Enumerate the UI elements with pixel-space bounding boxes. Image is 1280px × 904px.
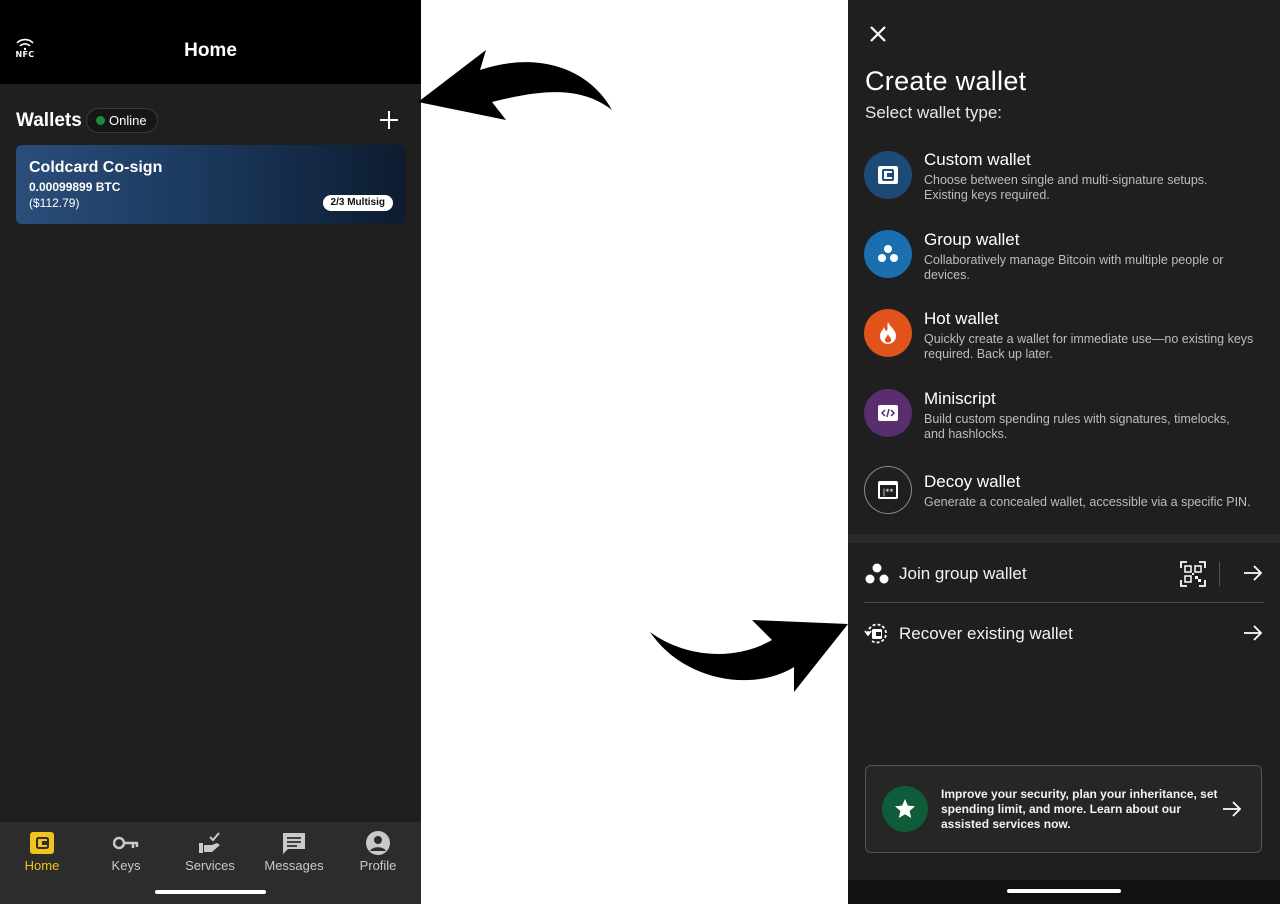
wallet-usd-balance: ($112.79) <box>29 196 80 210</box>
qr-scan-icon[interactable] <box>1180 561 1206 587</box>
page-title: Create wallet <box>865 66 1027 96</box>
page-subtitle: Select wallet type: <box>865 103 1003 122</box>
nav-home[interactable]: Home <box>0 830 84 873</box>
close-button[interactable] <box>866 22 890 46</box>
home-indicator <box>1007 889 1121 893</box>
wallet-type-desc: Generate a concealed wallet, accessible … <box>924 495 1251 509</box>
wallet-type-title: Group wallet <box>924 230 1020 249</box>
wallet-type-title: Custom wallet <box>924 150 1031 169</box>
svg-text:|**: |** <box>883 488 894 497</box>
home-indicator <box>155 890 266 894</box>
decoy-wallet-icon: |** <box>864 466 912 514</box>
code-icon <box>864 389 912 437</box>
wallets-section-header: Wallets Online <box>16 108 405 134</box>
nav-home-label: Home <box>24 858 60 873</box>
wallet-type-title: Miniscript <box>924 389 996 408</box>
profile-icon <box>366 831 390 855</box>
recover-wallet-label: Recover existing wallet <box>899 624 1073 643</box>
add-wallet-button[interactable] <box>377 108 401 132</box>
wallet-type-miniscript[interactable]: Miniscript Build custom spending rules w… <box>864 389 1264 441</box>
arrow-right-icon[interactable] <box>1242 623 1264 643</box>
key-icon <box>113 836 139 850</box>
join-group-wallet-label: Join group wallet <box>899 564 1027 583</box>
star-icon <box>882 786 928 832</box>
home-header: NFC Home <box>0 0 421 84</box>
wallet-type-custom[interactable]: Custom wallet Choose between single and … <box>864 150 1264 202</box>
create-wallet-screen: Create wallet Select wallet type: Custom… <box>848 0 1280 904</box>
wallet-type-desc: Choose between single and multi-signatur… <box>924 173 1208 202</box>
custom-wallet-icon <box>864 151 912 199</box>
pointer-arrow-icon-2 <box>650 620 848 692</box>
wallet-type-title: Hot wallet <box>924 309 999 328</box>
page-title: Home <box>184 40 237 61</box>
arrow-right-icon[interactable] <box>1242 563 1264 583</box>
wallet-name: Coldcard Co-sign <box>29 159 163 176</box>
nav-keys[interactable]: Keys <box>84 830 168 873</box>
recover-wallet-row[interactable]: Recover existing wallet <box>864 605 1264 661</box>
nav-profile-label: Profile <box>359 858 397 873</box>
row-divider <box>864 602 1264 603</box>
join-group-wallet-row[interactable]: Join group wallet <box>864 545 1264 601</box>
nav-keys-label: Keys <box>111 858 141 873</box>
wallet-type-desc: Build custom spending rules with signatu… <box>924 412 1230 441</box>
multisig-badge: 2/3 Multisig <box>322 195 393 211</box>
pointer-arrow-icon <box>418 50 612 120</box>
nav-messages-label: Messages <box>264 858 324 873</box>
home-screen: NFC Home Wallets Online Coldcard Co-sign… <box>0 0 421 904</box>
online-dot-icon <box>96 116 105 125</box>
wallet-btc-balance: 0.00099899 BTC <box>29 180 121 194</box>
wallet-type-hot[interactable]: Hot wallet Quickly create a wallet for i… <box>864 309 1264 361</box>
wallet-type-decoy[interactable]: |** Decoy wallet Generate a concealed wa… <box>864 466 1264 520</box>
wallet-type-group[interactable]: Group wallet Collaboratively manage Bitc… <box>864 230 1264 282</box>
nav-messages[interactable]: Messages <box>252 830 336 873</box>
group-wallet-icon <box>864 230 912 278</box>
flame-icon <box>864 309 912 357</box>
wallet-type-desc: Quickly create a wallet for immediate us… <box>924 332 1254 361</box>
wallet-card[interactable]: Coldcard Co-sign 0.00099899 BTC ($112.79… <box>16 145 405 224</box>
vertical-divider <box>1219 562 1220 586</box>
section-divider <box>848 534 1280 543</box>
promo-text: Improve your security, plan your inherit… <box>941 787 1218 831</box>
wallet-icon <box>30 832 54 854</box>
message-icon <box>283 833 305 854</box>
nav-services[interactable]: Services <box>168 830 252 873</box>
assisted-services-banner[interactable]: Improve your security, plan your inherit… <box>865 765 1262 853</box>
group-icon <box>865 563 889 584</box>
services-icon <box>199 832 220 853</box>
status-badge-label: Online <box>109 113 147 128</box>
wallet-type-desc: Collaboratively manage Bitcoin with mult… <box>924 253 1224 282</box>
nav-profile[interactable]: Profile <box>336 830 420 873</box>
wallet-type-title: Decoy wallet <box>924 472 1021 491</box>
arrow-right-icon[interactable] <box>1221 799 1243 819</box>
wallets-title: Wallets <box>16 110 82 131</box>
recover-wallet-icon <box>864 623 887 644</box>
status-badge: Online <box>86 108 158 133</box>
nav-services-label: Services <box>185 858 235 873</box>
